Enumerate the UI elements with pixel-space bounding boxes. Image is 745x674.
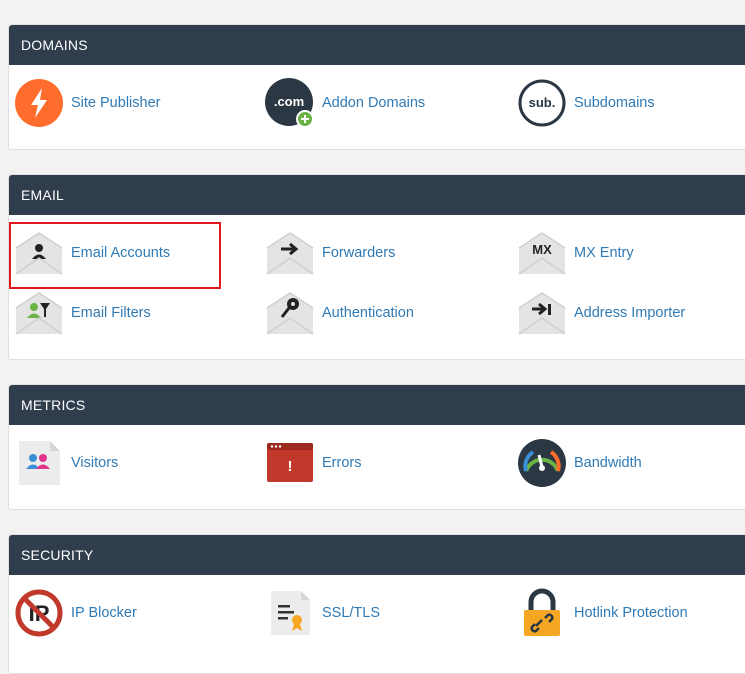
- item-label: Address Importer: [574, 305, 686, 321]
- section-title: METRICS: [9, 385, 745, 425]
- sub-text: sub.: [529, 95, 556, 110]
- visitors-icon: [14, 438, 64, 488]
- bandwidth-item[interactable]: Bandwidth: [517, 437, 642, 489]
- item-label: Bandwidth: [574, 455, 642, 471]
- gauge-icon: [517, 438, 567, 488]
- error-mark: !: [288, 458, 293, 475]
- section-title: DOMAINS: [9, 25, 745, 65]
- sub-icon: sub.: [517, 78, 567, 128]
- section-title: SECURITY: [9, 535, 745, 575]
- item-label: Authentication: [322, 305, 414, 321]
- site-publisher-item[interactable]: Site Publisher: [14, 77, 160, 129]
- certificate-icon: [265, 588, 315, 638]
- authentication-item[interactable]: Authentication: [265, 287, 414, 339]
- item-label: Hotlink Protection: [574, 605, 688, 621]
- item-label: Site Publisher: [71, 95, 161, 111]
- ip-block-icon: IP: [14, 588, 64, 638]
- item-label: Errors: [322, 455, 362, 471]
- address-importer-item[interactable]: Address Importer: [517, 287, 685, 339]
- errors-item[interactable]: ! Errors: [265, 437, 361, 489]
- ssl-tls-item[interactable]: SSL/TLS: [265, 587, 380, 639]
- item-label: IP Blocker: [71, 605, 137, 621]
- padlock-link-icon: [517, 588, 567, 638]
- envelope-filter-icon: [14, 288, 64, 338]
- envelope-key-icon: [265, 288, 315, 338]
- item-label: Forwarders: [322, 245, 396, 261]
- item-label: MX Entry: [574, 245, 634, 261]
- hotlink-protection-item[interactable]: Hotlink Protection: [517, 587, 688, 639]
- item-label: Visitors: [71, 455, 119, 471]
- mx-text: MX: [532, 242, 552, 257]
- dotcom-add-icon: .com: [265, 78, 315, 128]
- item-label: Addon Domains: [322, 95, 426, 111]
- item-label: Email Filters: [71, 305, 151, 321]
- section-title: EMAIL: [9, 175, 745, 215]
- error-window-icon: !: [265, 438, 315, 488]
- visitors-item[interactable]: Visitors: [14, 437, 118, 489]
- subdomains-item[interactable]: sub. Subdomains: [517, 77, 655, 129]
- addon-domains-item[interactable]: .com Addon Domains: [265, 77, 425, 129]
- highlight-box: [9, 222, 221, 289]
- envelope-mx-icon: MX: [517, 228, 567, 278]
- dotcom-text: .com: [274, 94, 304, 109]
- ip-blocker-item[interactable]: IP IP Blocker: [14, 587, 137, 639]
- item-label: SSL/TLS: [322, 605, 381, 621]
- envelope-import-icon: [517, 288, 567, 338]
- mx-entry-item[interactable]: MX MX Entry: [517, 227, 634, 279]
- bolt-icon: [14, 78, 64, 128]
- envelope-arrow-icon: [265, 228, 315, 278]
- email-filters-item[interactable]: Email Filters: [14, 287, 151, 339]
- item-label: Subdomains: [574, 95, 655, 111]
- forwarders-item[interactable]: Forwarders: [265, 227, 395, 279]
